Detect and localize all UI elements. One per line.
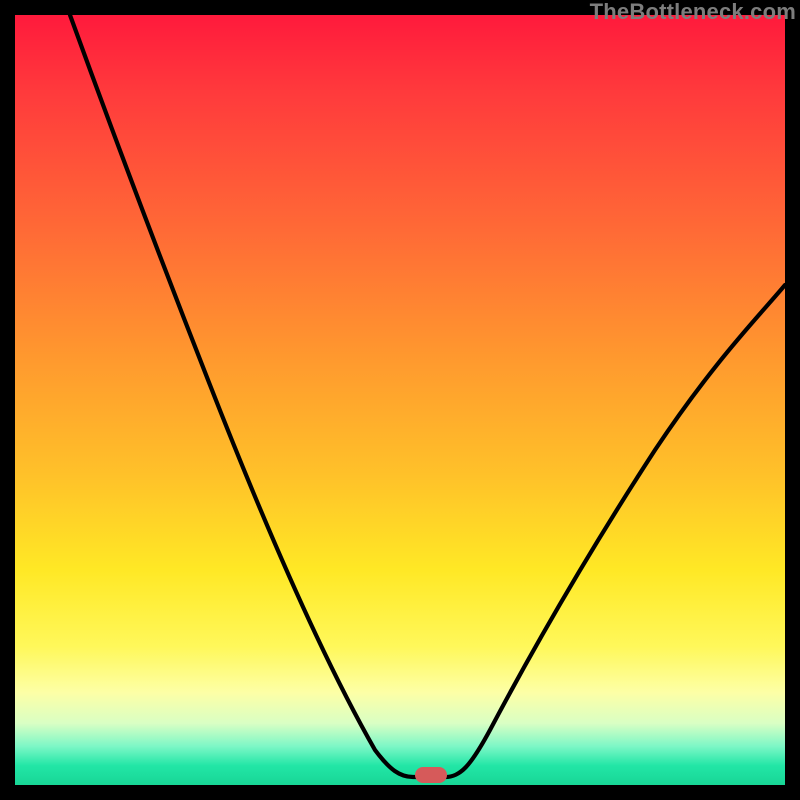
bottleneck-curve <box>15 15 785 785</box>
curve-path <box>70 15 785 777</box>
watermark-text: TheBottleneck.com <box>590 0 796 25</box>
plot-area <box>15 15 785 785</box>
optimal-point-marker <box>415 767 447 783</box>
chart-frame: TheBottleneck.com <box>0 0 800 800</box>
